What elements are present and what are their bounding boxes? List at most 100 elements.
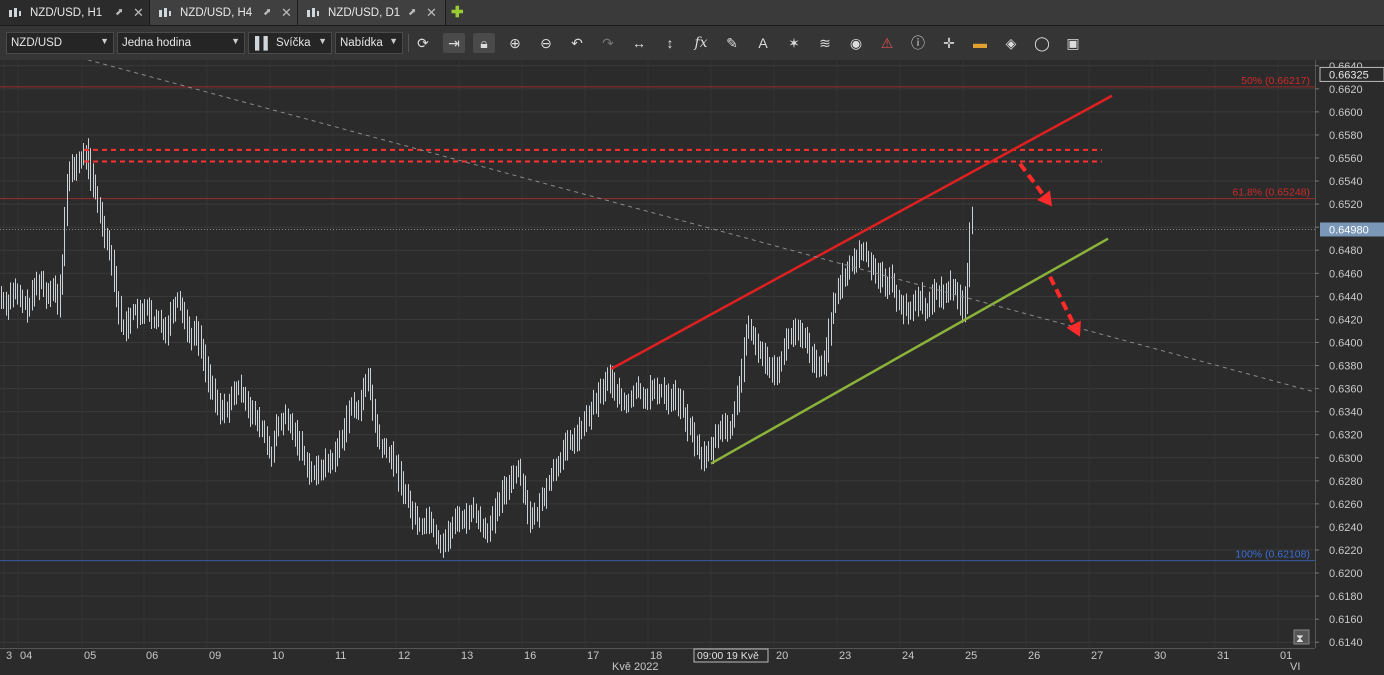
candle-style-icon: ▌▌ — [255, 36, 273, 50]
refresh-icon[interactable]: ⟳ — [412, 33, 434, 53]
close-icon[interactable]: ✕ — [281, 5, 292, 21]
price-tick-label: 0.6280 — [1329, 476, 1363, 488]
top-price-label: 0.66325 — [1329, 69, 1369, 81]
fit-vertical-icon[interactable]: ↕ — [659, 33, 681, 53]
time-tick-label: 20 — [776, 650, 788, 662]
price-tick-label: 0.6200 — [1329, 568, 1363, 580]
time-tick-label: 09 — [209, 650, 221, 662]
popout-icon[interactable]: ⬈ — [115, 7, 123, 18]
time-tick-label: 24 — [902, 650, 914, 662]
new-chart-tab-icon[interactable]: ✚ — [451, 3, 469, 21]
menu-select[interactable]: Nabídka ▼ — [335, 32, 403, 54]
chart-grid — [0, 60, 1315, 648]
month-label: VI — [1290, 661, 1300, 673]
symbol-value: NZD/USD — [11, 37, 63, 49]
month-label: Kvě 2022 — [612, 661, 658, 673]
price-tick-label: 0.6440 — [1329, 291, 1363, 303]
autoscroll-icon[interactable]: ⇥ — [443, 33, 465, 53]
undo-icon[interactable]: ↶ — [566, 33, 588, 53]
chart-toolbar: NZD/USD ▼ Jedna hodina ▼ ▌▌ Svíčka ▼ Nabídka… — [0, 26, 1384, 61]
template-icon[interactable]: ▬ — [969, 33, 991, 53]
zoom-in-icon[interactable]: ⊕ — [504, 33, 526, 53]
price-tick-label: 0.6140 — [1329, 637, 1363, 649]
time-tick-label: 27 — [1091, 650, 1103, 662]
tab-nzdusd-h1[interactable]: NZD/USD, H1 ⬈ ✕ — [0, 0, 150, 25]
chevron-down-icon: ▼ — [231, 36, 240, 46]
fit-horizontal-icon[interactable]: ↔ — [628, 33, 650, 53]
cursor-time-label: 09:00 19 Kvě — [697, 650, 759, 662]
lock-icon[interactable]: 🔒︎ — [473, 33, 495, 53]
popout-icon[interactable]: ⬈ — [408, 7, 416, 18]
current-price-label: 0.64980 — [1329, 224, 1369, 236]
info-icon[interactable]: ⓘ — [907, 33, 929, 53]
price-tick-label: 0.6520 — [1329, 199, 1363, 211]
chart-style-select[interactable]: ▌▌ Svíčka ▼ — [248, 32, 332, 54]
price-tick-label: 0.6560 — [1329, 153, 1363, 165]
time-tick-label: 13 — [461, 650, 473, 662]
price-chart[interactable]: 50% (0.66217) 61.8% (0.65248) 100% (0.6210… — [0, 60, 1384, 675]
crosshair-tool-icon[interactable]: ✶ — [783, 33, 805, 53]
price-tick-label: 0.6340 — [1329, 407, 1363, 419]
level-label: 61.8% (0.65248) — [1232, 187, 1310, 199]
level-label: 100% (0.62108) — [1235, 549, 1310, 561]
tab-label: NZD/USD, D1 — [328, 6, 401, 19]
price-tick-label: 0.6220 — [1329, 545, 1363, 557]
price-tick-label: 0.6400 — [1329, 337, 1363, 349]
time-tick-label: 3 — [6, 650, 12, 662]
close-icon[interactable]: ✕ — [426, 5, 437, 21]
menu-value: Nabídka — [340, 37, 383, 49]
price-tick-label: 0.6580 — [1329, 130, 1363, 142]
text-tool-icon[interactable]: A — [752, 33, 774, 53]
redo-icon[interactable]: ↷ — [597, 33, 619, 53]
time-tick-label: 06 — [146, 650, 158, 662]
price-tick-label: 0.6360 — [1329, 384, 1363, 396]
tab-nzdusd-h4[interactable]: NZD/USD, H4 ⬈ ✕ — [150, 0, 298, 25]
symbol-select[interactable]: NZD/USD ▼ — [6, 32, 114, 54]
settings-ring-icon[interactable]: ◯ — [1031, 33, 1053, 53]
level-label: 50% (0.66217) — [1241, 75, 1310, 87]
price-tick-label: 0.6380 — [1329, 361, 1363, 373]
toolbar-divider — [408, 34, 409, 52]
chevron-down-icon: ▼ — [318, 36, 327, 46]
price-tick-label: 0.6480 — [1329, 245, 1363, 257]
time-tick-label: 17 — [587, 650, 599, 662]
candles-icon — [9, 7, 21, 17]
chart-style-value: Svíčka — [276, 37, 311, 49]
time-tick-label: 26 — [1028, 650, 1040, 662]
popout-icon[interactable]: ⬈ — [263, 7, 271, 18]
time-tick-label: 04 — [20, 650, 32, 662]
time-tick-label: 11 — [335, 650, 346, 662]
time-tick-label: 30 — [1154, 650, 1166, 662]
chevron-down-icon: ▼ — [100, 36, 109, 46]
tab-bar: NZD/USD, H1 ⬈ ✕ NZD/USD, H4 ⬈ ✕ NZD/USD,… — [0, 0, 1384, 26]
price-tick-label: 0.6540 — [1329, 176, 1363, 188]
tab-nzdusd-d1[interactable]: NZD/USD, D1 ⬈ ✕ — [298, 0, 446, 25]
draw-pencil-icon[interactable]: ✎ — [721, 33, 743, 53]
zoom-out-icon[interactable]: ⊖ — [535, 33, 557, 53]
save-icon[interactable]: ▣ — [1062, 33, 1084, 53]
close-icon[interactable]: ✕ — [133, 5, 144, 21]
price-tick-label: 0.6620 — [1329, 84, 1363, 96]
time-axis[interactable]: 3040506091011121316171819202324252627303… — [0, 648, 1315, 674]
timeframe-select[interactable]: Jedna hodina ▼ — [117, 32, 245, 54]
hourglass-icon: ⧗ — [1296, 632, 1304, 645]
indicators-fx-icon[interactable]: fx — [690, 33, 712, 53]
price-tick-label: 0.6320 — [1329, 430, 1363, 442]
price-tick-label: 0.6420 — [1329, 314, 1363, 326]
alert-icon[interactable]: ⚠︎ — [876, 33, 898, 53]
tab-label: NZD/USD, H1 — [30, 6, 103, 19]
layers-icon[interactable]: ≋ — [814, 33, 836, 53]
time-tick-label: 31 — [1217, 650, 1229, 662]
visibility-eye-icon[interactable]: ◉ — [845, 33, 867, 53]
time-tick-label: 05 — [84, 650, 96, 662]
cursor-icon[interactable]: ✛ — [938, 33, 960, 53]
candles-icon — [307, 7, 319, 17]
time-tick-label: 25 — [965, 650, 977, 662]
fill-bucket-icon[interactable]: ◈ — [1000, 33, 1022, 53]
plot-area — [0, 60, 1315, 648]
time-tick-label: 23 — [839, 650, 851, 662]
price-tick-label: 0.6240 — [1329, 522, 1363, 534]
candles-icon — [159, 7, 171, 17]
time-tick-label: 16 — [524, 650, 536, 662]
price-tick-label: 0.6160 — [1329, 614, 1363, 626]
